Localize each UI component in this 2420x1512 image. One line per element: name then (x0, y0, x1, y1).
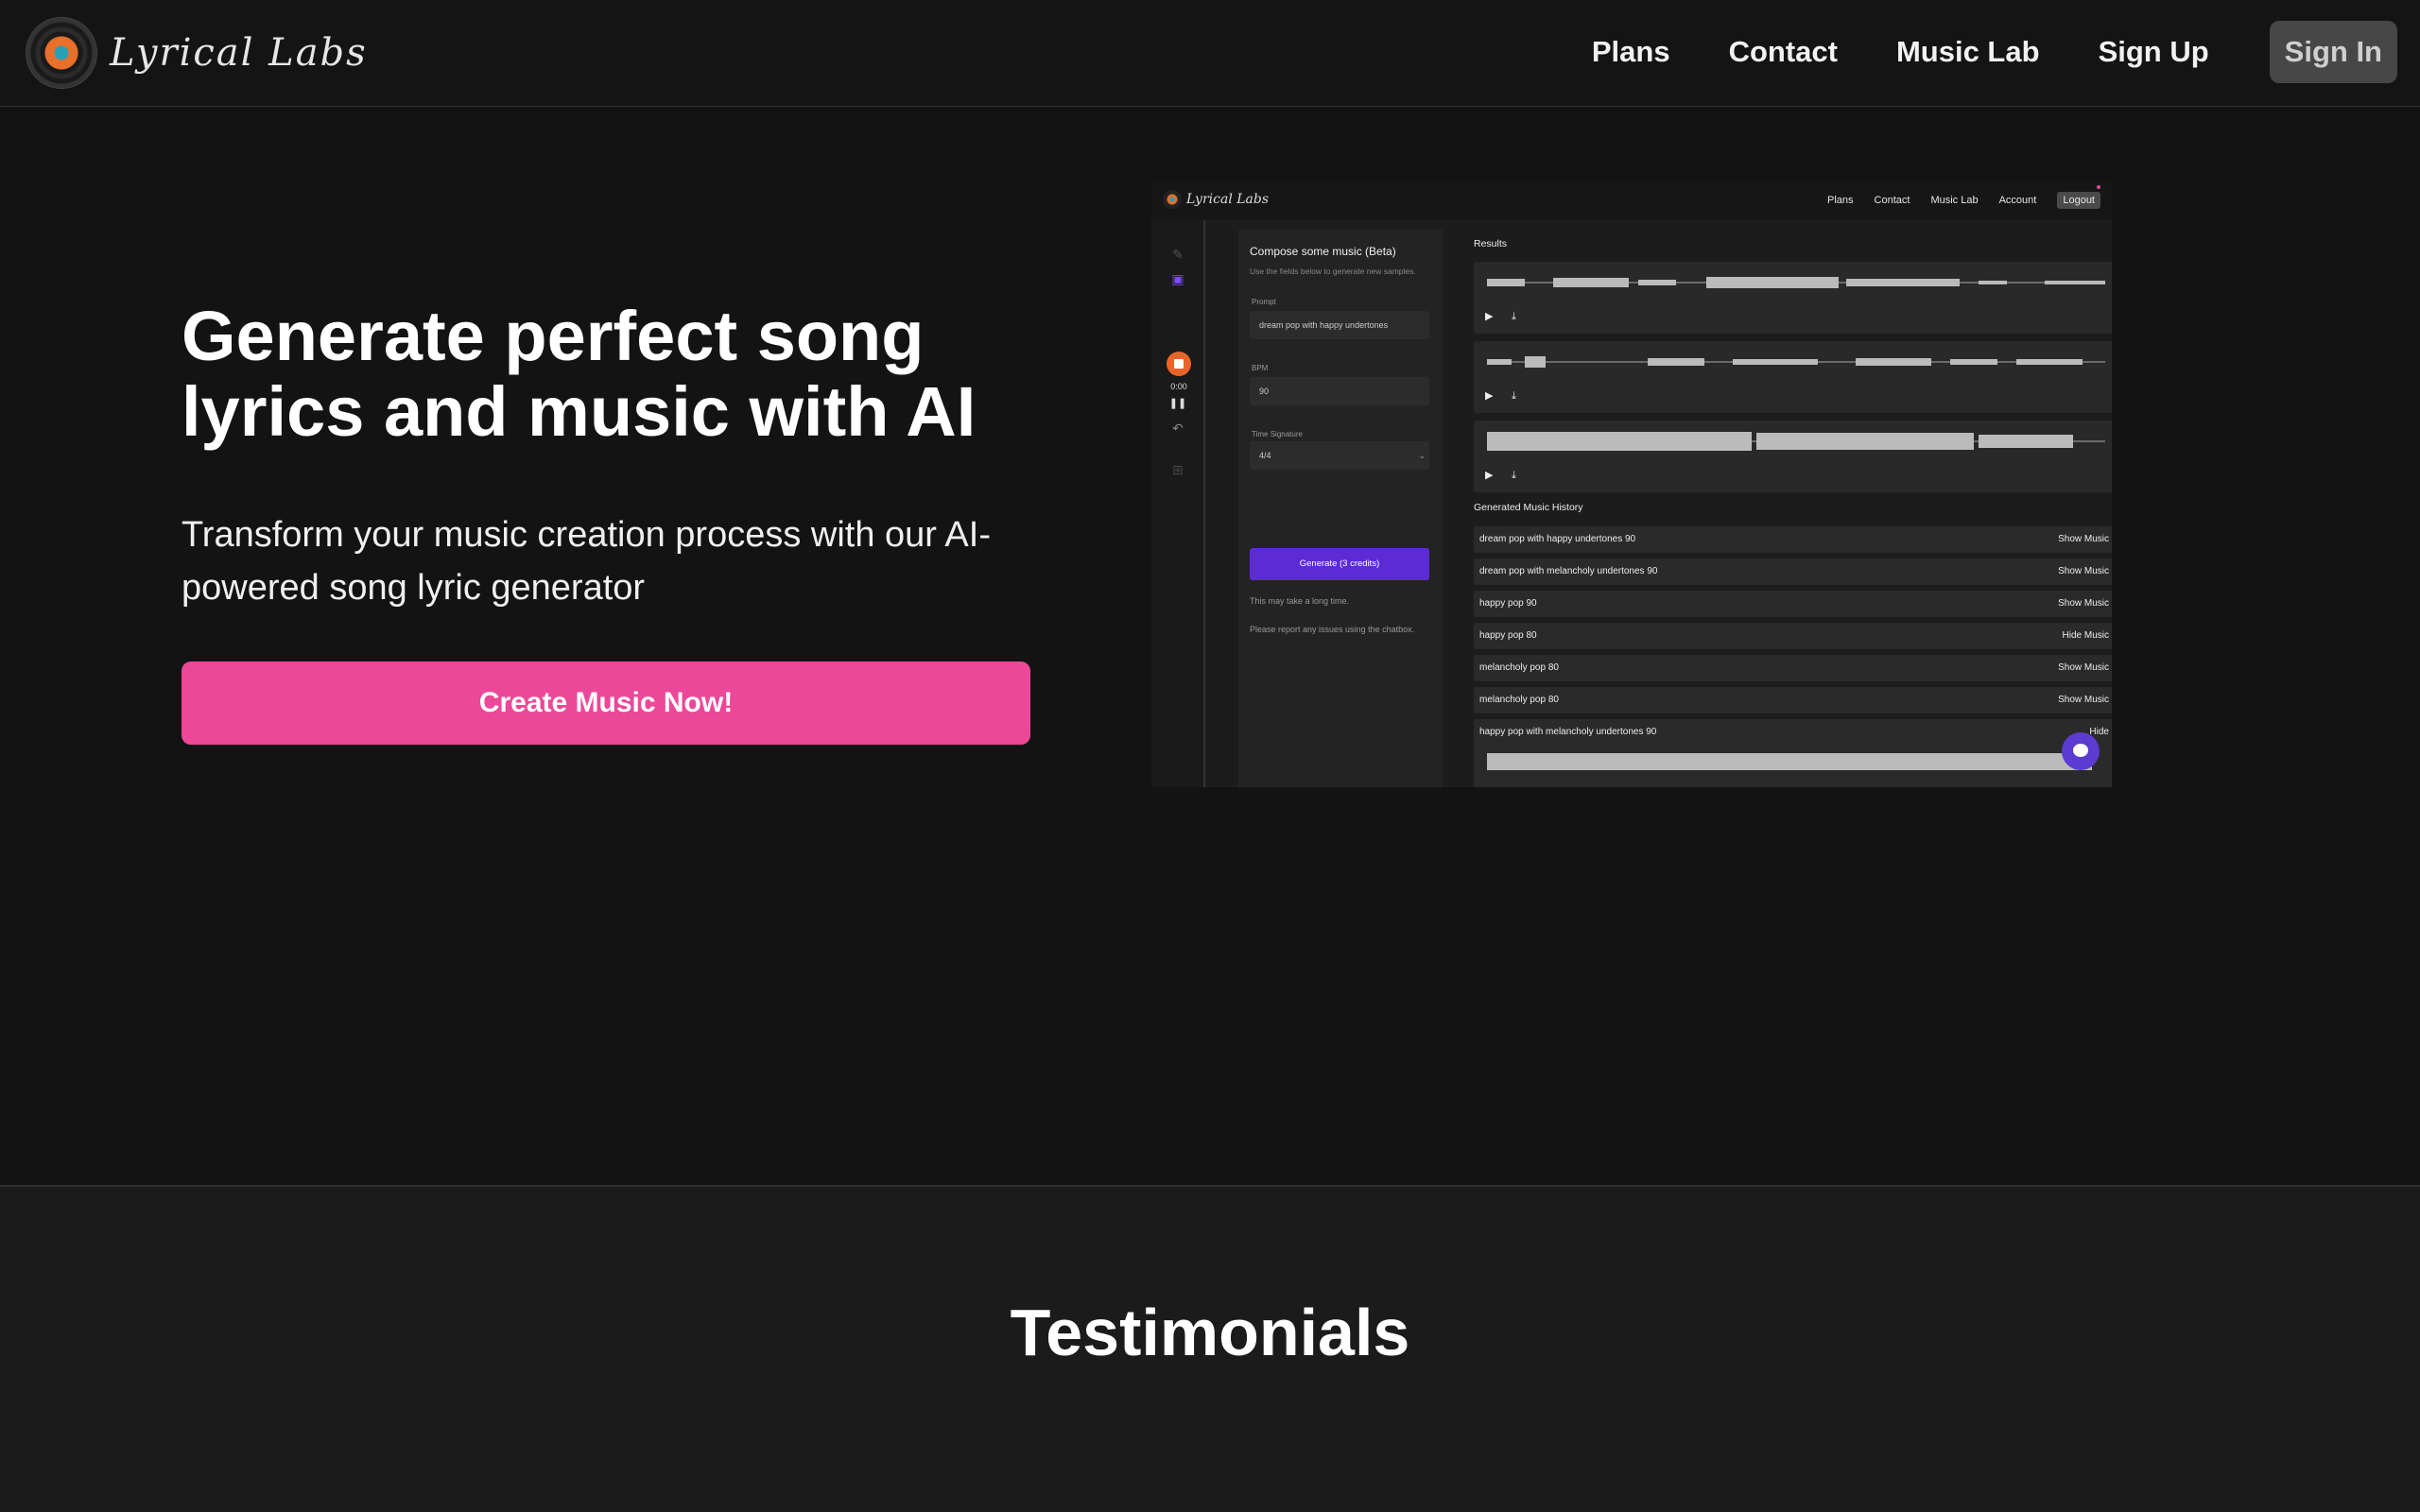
report-issues-note: Please report any issues using the chatb… (1250, 625, 1415, 634)
preview-nav-music-lab: Music Lab (1930, 195, 1979, 206)
undo-icon: ↶ (1172, 421, 1184, 436)
chat-bubble-icon (2062, 732, 2100, 770)
waveform-3 (1487, 432, 2105, 451)
history-row: happy pop with melancholy undertones 90 … (1474, 719, 2112, 787)
nav-link-contact[interactable]: Contact (1729, 35, 1838, 69)
testimonials-title: Testimonials (1010, 1296, 1410, 1369)
history-row-name: dream pop with melancholy undertones 90 (1479, 566, 1658, 576)
preview-nav-links: Plans Contact Music Lab Account Logout (1806, 190, 2100, 211)
nav-link-plans[interactable]: Plans (1592, 35, 1670, 69)
results-panel: Results ▶ ⤓ ▶ ⤓ ▶ ⤓ Generated Music Hist… (1454, 230, 2112, 787)
play-icon: ▶ (1485, 390, 1494, 402)
logo[interactable]: Lyrical Labs (26, 13, 368, 93)
bpm-label: BPM (1252, 364, 1269, 372)
time-signature-value: 4/4 (1259, 451, 1271, 460)
history-row-name: melancholy pop 80 (1479, 662, 1559, 673)
pause-icon: ❚❚ (1168, 398, 1187, 409)
record-stop-icon (1167, 352, 1191, 376)
notification-dot (2097, 185, 2100, 189)
history-row-name: melancholy pop 80 (1479, 695, 1559, 705)
preview-logo-text: Lyrical Labs (1186, 192, 1270, 207)
time-signature-label: Time Signature (1252, 430, 1303, 438)
preview-nav-account: Account (1998, 195, 2037, 206)
bpm-input: 90 (1250, 377, 1429, 405)
play-icon: ▶ (1485, 311, 1494, 322)
prompt-label: Prompt (1252, 298, 1276, 306)
preview-vinyl-icon (1163, 190, 1182, 209)
sign-in-button[interactable]: Sign In (2269, 21, 2397, 83)
record-timer: 0:00 (1170, 382, 1187, 391)
nav-link-sign-up[interactable]: Sign Up (2099, 35, 2209, 69)
preview-nav-plans: Plans (1827, 195, 1854, 206)
history-row-name: happy pop 80 (1479, 630, 1537, 641)
compose-description: Use the fields below to generate new sam… (1250, 266, 1416, 276)
history-row: happy pop 90 Show Music (1474, 591, 2112, 617)
results-title: Results (1474, 238, 1508, 249)
history-row: dream pop with happy undertones 90 Show … (1474, 526, 2112, 553)
history-row-action: Show Music (2058, 534, 2109, 544)
preview-nav-contact: Contact (1874, 195, 1910, 206)
waveform-player-3: ▶ ⤓ (1474, 421, 2112, 492)
hero-subtitle: Transform your music creation process wi… (182, 515, 991, 608)
hero-title: Generate perfect song lyrics and music w… (182, 297, 977, 451)
history-row-name: happy pop 90 (1479, 598, 1537, 609)
history-row-action: Show Music (2058, 695, 2109, 705)
nav-link-music-lab[interactable]: Music Lab (1896, 35, 2040, 69)
pencil-icon: ✎ (1172, 247, 1184, 262)
history-row-name: dream pop with happy undertones 90 (1479, 534, 1636, 544)
cart-icon: ⊞ (1172, 462, 1184, 477)
history-row: melancholy pop 80 Show Music (1474, 655, 2112, 681)
waveform-1 (1487, 277, 2105, 288)
testimonials-section: Testimonials (0, 1185, 2420, 1512)
download-icon: ⤓ (1512, 470, 1516, 481)
waveform-2 (1487, 356, 2105, 368)
logo-text: Lyrical Labs (110, 31, 368, 75)
history-row: happy pop 80 Hide Music (1474, 623, 2112, 649)
preview-logout-button: Logout (2057, 192, 2100, 209)
history-row-name: happy pop with melancholy undertones 90 (1479, 727, 1657, 737)
library-icon: ▣ (1171, 271, 1184, 286)
download-icon: ⤓ (1512, 311, 1516, 322)
preview-navbar: Lyrical Labs Plans Contact Music Lab Acc… (1151, 182, 2112, 220)
long-time-note: This may take a long time. (1250, 596, 1350, 606)
history-title: Generated Music History (1474, 502, 1583, 513)
preview-logo: Lyrical Labs (1163, 190, 1269, 209)
history-row-action: Show Music (2058, 598, 2109, 609)
vinyl-logo-icon (26, 18, 96, 88)
history-row-action: Show Music (2058, 566, 2109, 576)
waveform-history (1487, 753, 2092, 770)
chevron-down-icon: ⌄ (1418, 451, 1426, 460)
compose-title: Compose some music (Beta) (1250, 245, 1396, 258)
create-music-button[interactable]: Create Music Now! (182, 662, 1030, 745)
waveform-player-1: ▶ ⤓ (1474, 262, 2112, 334)
history-row-action: Show Music (2058, 662, 2109, 673)
download-icon: ⤓ (1512, 390, 1516, 402)
nav-links: Plans Contact Music Lab Sign Up Sign In (1592, 21, 2397, 83)
compose-form: Compose some music (Beta) Use the fields… (1238, 230, 1443, 787)
history-row-action: Hide Music (2062, 630, 2109, 641)
history-row: dream pop with melancholy undertones 90 … (1474, 558, 2112, 585)
top-navbar: Lyrical Labs Plans Contact Music Lab Sig… (0, 0, 2420, 107)
play-icon: ▶ (1485, 470, 1494, 481)
prompt-input: dream pop with happy undertones (1250, 311, 1429, 339)
waveform-player-2: ▶ ⤓ (1474, 341, 2112, 413)
generate-button: Generate (3 credits) (1250, 548, 1429, 580)
time-signature-select: 4/4 ⌄ (1250, 441, 1429, 470)
preview-side-rail: ✎ ▣ 0:00 ❚❚ ↶ ⊞ (1151, 220, 1205, 787)
history-row: melancholy pop 80 Show Music (1474, 687, 2112, 713)
app-preview-screenshot: Lyrical Labs Plans Contact Music Lab Acc… (1151, 182, 2112, 787)
